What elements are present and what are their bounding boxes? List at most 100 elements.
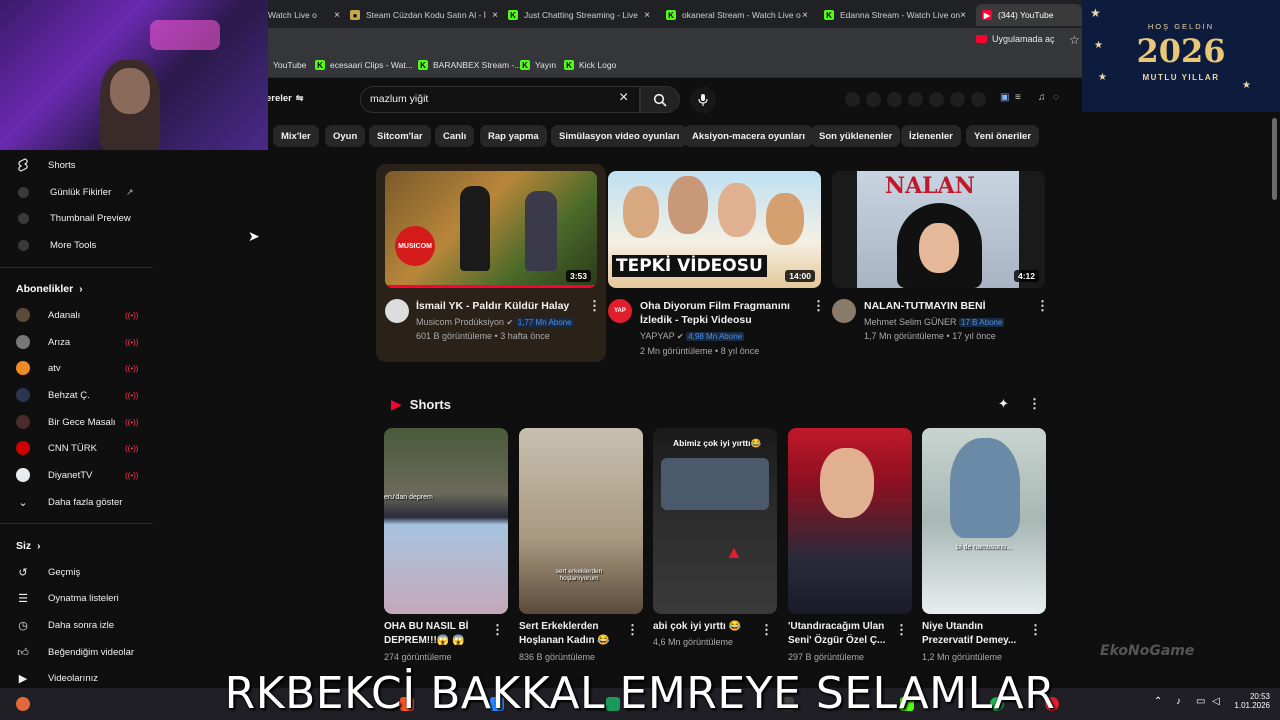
chip-rap[interactable]: Rap yapma	[480, 125, 547, 147]
video-thumbnail[interactable]: NALAN 4:12	[832, 171, 1045, 288]
short-thumbnail[interactable]: bi de namusunu...	[922, 428, 1046, 614]
chip-watched[interactable]: İzlenenler	[901, 125, 961, 147]
channel-avatar[interactable]: YAP	[608, 299, 632, 323]
chip-mixes[interactable]: Mix'ler	[273, 125, 319, 147]
chip-new-to-you[interactable]: Yeni öneriler	[966, 125, 1040, 147]
subscription-ariza[interactable]: Arıza ((•))	[0, 331, 153, 353]
scrollbar-thumb[interactable]	[1272, 118, 1277, 200]
subscription-cnn-turk[interactable]: CNN TÜRK ((•))	[0, 437, 153, 459]
chip-live[interactable]: Canlı	[435, 125, 475, 147]
sidebar-item-more-tools[interactable]: More Tools	[0, 234, 153, 256]
more-options-icon[interactable]: ⋮	[1028, 396, 1041, 412]
translate-icon[interactable]: ▣	[1000, 92, 1009, 103]
you-heading[interactable]: Siz ›	[16, 540, 41, 552]
sidebar-item-gunluk-fikirler[interactable]: Günlük Fikirler ↗	[0, 181, 153, 203]
chip-action-adventure[interactable]: Aksiyon-macera oyunları	[684, 125, 813, 147]
short-thumbnail[interactable]: Abimiz çok iyi yırttı😂 ▲	[653, 428, 777, 614]
star-icon[interactable]: ☆	[1069, 33, 1080, 47]
more-options-icon[interactable]: ⋮	[1029, 622, 1042, 638]
chip-simulation[interactable]: Simülasyon video oyunları	[551, 125, 688, 147]
extension-icon[interactable]	[971, 92, 986, 107]
video-thumbnail[interactable]: MUSICOM 3:53	[385, 171, 597, 288]
sidebar-item-playlists[interactable]: ☰ Oynatma listeleri	[0, 587, 153, 609]
short-thumbnail[interactable]	[788, 428, 912, 614]
channel-name[interactable]: YAPYAP	[640, 331, 675, 341]
short-title[interactable]: Sert Erkeklerden Hoşlanan Kadın 😂	[519, 620, 624, 648]
sidebar-item-watch-later[interactable]: ◷ Daha sonra izle	[0, 614, 153, 636]
tab-2[interactable]: ● Steam Cüzdan Kodu Satın Al - İ ×	[350, 4, 498, 26]
short-thumbnail[interactable]: sert erkeklerden hoşlanıyorum	[519, 428, 643, 614]
channel-avatar[interactable]	[832, 299, 856, 323]
short-overlay-text: eru'dan deprem	[384, 494, 433, 501]
close-icon[interactable]: ×	[644, 10, 650, 21]
bookmark-kick-logo[interactable]: K Kick Logo	[564, 60, 616, 70]
search-input[interactable]: mazlum yiğit	[370, 93, 428, 105]
video-thumbnail[interactable]: TEPKİ VİDEOSU 14:00	[608, 171, 821, 288]
chip-sitcom[interactable]: Sitcom'lar	[369, 125, 431, 147]
subscription-diyanet-tv[interactable]: DiyanetTV ((•))	[0, 464, 153, 486]
subscription-adanali[interactable]: Adanalı ((•))	[0, 304, 153, 326]
more-options-icon[interactable]: ⋮	[812, 298, 825, 314]
short-thumbnail[interactable]: eru'dan deprem	[384, 428, 508, 614]
you-title: Siz	[16, 540, 32, 552]
extension-icon[interactable]	[929, 92, 944, 107]
menu-icon[interactable]: ≡	[1015, 92, 1021, 103]
extension-icon[interactable]	[887, 92, 902, 107]
channel-avatar[interactable]	[385, 299, 409, 323]
voice-search-button[interactable]	[690, 87, 716, 113]
extension-icon[interactable]	[866, 92, 881, 107]
chat-icon[interactable]: ◌	[1053, 92, 1059, 103]
extension-icon[interactable]	[950, 92, 965, 107]
channel-name[interactable]: Musicom Prodüksiyon	[416, 317, 504, 327]
video-title[interactable]: NALAN-TUTMAYIN BENİ	[864, 299, 1032, 313]
close-icon[interactable]: ×	[492, 10, 498, 21]
close-icon[interactable]: ×	[802, 10, 808, 21]
bookmark-baranbex[interactable]: K BARANBEX Stream -...	[418, 60, 521, 70]
video-title[interactable]: Oha Diyorum Film Fragmanını İzledik - Te…	[640, 299, 808, 327]
chip-recently-uploaded[interactable]: Son yüklenenler	[811, 125, 901, 147]
more-options-icon[interactable]: ⋮	[1036, 298, 1049, 314]
filter-button[interactable]: ereler ⇋	[266, 93, 303, 104]
sidebar-item-thumbnail-preview[interactable]: Thumbnail Preview	[0, 207, 153, 229]
subscription-behzat[interactable]: Behzat Ç. ((•))	[0, 384, 153, 406]
short-title[interactable]: 'Utandıracağım Ulan Seni' Özgür Özel Ç..…	[788, 620, 893, 648]
subscription-bir-gece-masali[interactable]: Bir Gece Masalı ((•))	[0, 411, 153, 433]
close-icon[interactable]: ×	[960, 10, 966, 21]
thumbnail-face	[766, 193, 804, 245]
close-icon[interactable]: ×	[334, 10, 340, 21]
more-options-icon[interactable]: ⋮	[895, 622, 908, 638]
sidebar-item-history[interactable]: ↺ Geçmiş	[0, 561, 153, 583]
subscription-atv[interactable]: atv ((•))	[0, 357, 153, 379]
extension-icon[interactable]	[845, 92, 860, 107]
bookmark-yayin[interactable]: K Yayın	[520, 60, 556, 70]
short-title[interactable]: Niye Utandın Prezervatif Demey...	[922, 620, 1027, 648]
bookmark-youtube[interactable]: YouTube	[273, 60, 306, 70]
short-title[interactable]: abi çok iyi yırttı 😂	[653, 620, 758, 634]
tab-youtube-active[interactable]: ▶ (344) YouTube	[976, 4, 1082, 26]
shorts-remix-icon[interactable]: ✦	[998, 396, 1009, 412]
extension-icon[interactable]	[908, 92, 923, 107]
channel-name: Behzat Ç.	[48, 389, 90, 401]
more-options-icon[interactable]: ⋮	[626, 622, 639, 638]
more-options-icon[interactable]: ⋮	[491, 622, 504, 638]
search-button[interactable]	[640, 86, 680, 113]
open-in-app-button[interactable]: Uygulamada aç	[976, 34, 1055, 44]
more-options-icon[interactable]: ⋮	[588, 298, 601, 314]
tab-1[interactable]: Watch Live o ×	[268, 4, 340, 26]
more-options-icon[interactable]: ⋮	[760, 622, 773, 638]
show-more-button[interactable]: ⌄ Daha fazla göster	[0, 491, 153, 513]
subscriptions-heading[interactable]: Abonelikler ›	[16, 283, 83, 295]
tab-5[interactable]: K Edanna Stream - Watch Live on ×	[824, 4, 966, 26]
clear-search-icon[interactable]: ×	[619, 89, 628, 107]
thumbnail-text: NALAN	[885, 173, 975, 199]
channel-name[interactable]: Mehmet Selim GÜNER	[864, 317, 957, 327]
tab-3[interactable]: K Just Chatting Streaming - Live ×	[508, 4, 650, 26]
bookmark-ecesaari[interactable]: Kecesaari Clips - Wat...	[315, 60, 413, 70]
sidebar-item-liked-videos[interactable]: 👍︎ Beğendiğim videolar	[0, 641, 153, 663]
sidebar-item-shorts[interactable]: Shorts	[0, 154, 153, 176]
video-title[interactable]: İsmail YK - Paldır Küldür Halay	[416, 299, 584, 313]
bell-icon[interactable]: ♫	[1038, 92, 1046, 103]
tab-4[interactable]: Kokaneral Stream - Watch Live o ×	[666, 4, 808, 26]
short-title[interactable]: OHA BU NASIL Bİ DEPREM!!!😱 😱	[384, 620, 489, 648]
chip-game[interactable]: Oyun	[325, 125, 366, 147]
